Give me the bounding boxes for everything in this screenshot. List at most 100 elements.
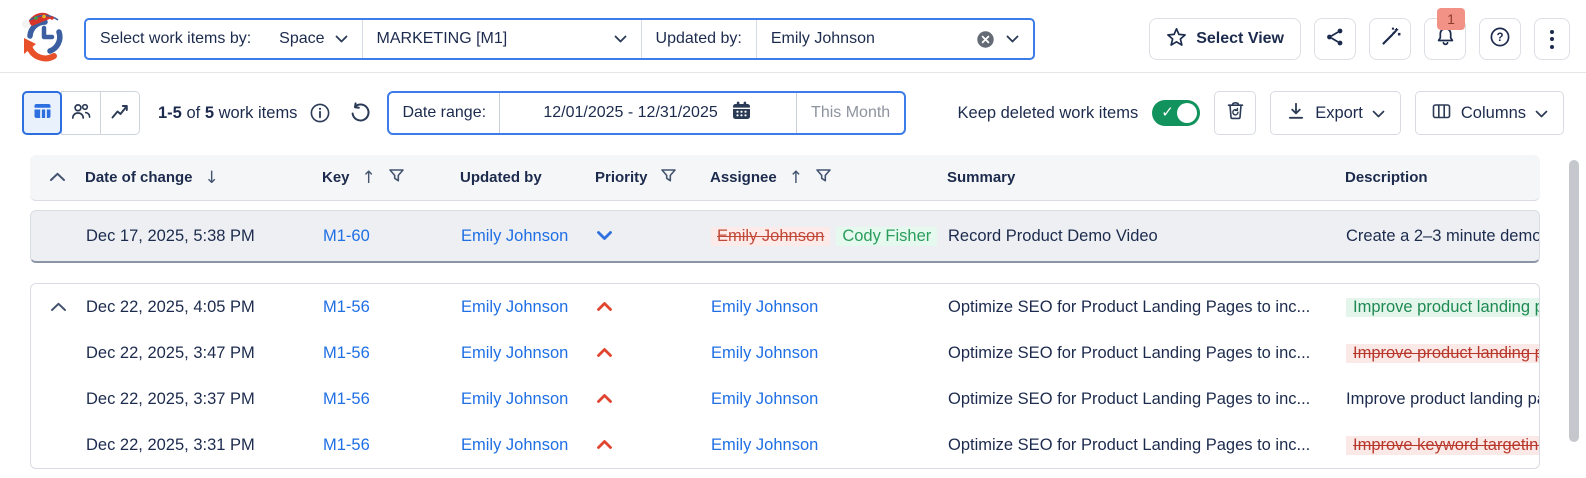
summary-cell: Optimize SEO for Product Landing Pages t… [948, 436, 1346, 455]
share-icon [1325, 27, 1345, 52]
updated-by-link[interactable]: Emily Johnson [461, 227, 568, 245]
assignee-change-cell: Emily JohnsonCody Fisher [711, 227, 948, 246]
updated-by-label: Updated by: [656, 30, 742, 48]
app-logo-icon [16, 10, 72, 68]
export-label: Export [1315, 104, 1363, 123]
chart-view-button[interactable] [100, 91, 140, 135]
table-row[interactable]: Dec 22, 2025, 3:47 PM M1-56 Emily Johnso… [31, 330, 1539, 376]
trash-restore-icon [1225, 100, 1246, 126]
more-options-button[interactable] [1534, 18, 1570, 60]
updated-by-link[interactable]: Emily Johnson [461, 436, 568, 454]
info-icon[interactable] [309, 102, 331, 124]
description-text: Improve keyword targeting [1346, 436, 1539, 455]
header-label: Key [322, 169, 350, 186]
filter-by-dropdown[interactable]: Space [265, 20, 361, 58]
columns-button[interactable]: Columns [1415, 91, 1564, 135]
summary-cell: Optimize SEO for Product Landing Pages t… [948, 344, 1346, 363]
collapse-group-icon[interactable] [50, 298, 67, 317]
filter-funnel-icon[interactable] [815, 168, 832, 188]
export-button[interactable]: Export [1270, 91, 1401, 135]
assignee-link[interactable]: Emily Johnson [711, 390, 818, 408]
change-group: Dec 17, 2025, 5:38 PM M1-60 Emily Johnso… [30, 210, 1540, 263]
summary-cell: Record Product Demo Video [948, 227, 1346, 246]
select-view-button[interactable]: Select View [1149, 18, 1301, 60]
keep-deleted-toggle[interactable]: ✓ [1152, 100, 1200, 126]
help-icon: ? [1489, 26, 1511, 53]
assignee-removed: Emily Johnson [711, 227, 830, 246]
header-label: Summary [947, 169, 1015, 186]
work-item-filter-bar: Select work items by: Space MARKETING [M… [84, 18, 1035, 60]
calendar-icon [730, 100, 753, 127]
header-key: Key ↑ [322, 168, 460, 188]
chevron-down-icon [1535, 104, 1548, 123]
scrollbar-thumb[interactable] [1569, 160, 1579, 442]
vertical-scrollbar [1568, 152, 1580, 474]
chevron-down-icon [1372, 104, 1385, 123]
keep-deleted-label: Keep deleted work items [958, 104, 1139, 123]
date-range-label: Date range: [389, 104, 499, 122]
work-item-key-link[interactable]: M1-60 [323, 227, 370, 245]
date-of-change: Dec 22, 2025, 4:05 PM [86, 298, 323, 317]
assignee-link[interactable]: Emily Johnson [711, 436, 818, 454]
work-item-key-link[interactable]: M1-56 [323, 298, 370, 316]
date-range-control: Date range: 12/01/2025 - 12/31/2025 This… [387, 91, 906, 135]
header-label: Date of change [85, 169, 193, 186]
table-row[interactable]: Dec 22, 2025, 3:31 PM M1-56 Emily Johnso… [31, 422, 1539, 468]
toggle-knob [1177, 103, 1197, 123]
date-of-change: Dec 17, 2025, 5:38 PM [86, 227, 323, 246]
updated-by-value: Emily Johnson [771, 30, 965, 48]
date-range-preset[interactable]: This Month [797, 104, 904, 122]
date-of-change: Dec 22, 2025, 3:37 PM [86, 390, 323, 409]
sort-descending-icon[interactable]: ↓ [205, 168, 219, 188]
description-cell: Improve product landing pa [1346, 390, 1539, 409]
people-view-button[interactable] [61, 91, 101, 135]
columns-icon [1431, 101, 1452, 126]
count-suffix: work items [219, 104, 298, 122]
help-button[interactable]: ? [1479, 18, 1521, 60]
change-group: Dec 22, 2025, 4:05 PM M1-56 Emily Johnso… [30, 283, 1540, 469]
table-row[interactable]: Dec 17, 2025, 5:38 PM M1-60 Emily Johnso… [31, 211, 1539, 261]
chevron-down-icon [335, 35, 348, 43]
description-cell: Create a 2–3 minute demo [1346, 227, 1539, 246]
svg-text:?: ? [1496, 32, 1503, 44]
table-view-button[interactable] [22, 91, 62, 135]
table-view-icon [32, 101, 53, 126]
notifications-button[interactable]: 1 [1424, 18, 1466, 60]
work-item-key-link[interactable]: M1-56 [323, 436, 370, 454]
updated-by-dropdown[interactable]: Emily Johnson [757, 20, 1033, 58]
filter-funnel-icon[interactable] [660, 168, 677, 188]
description-cell: Improve keyword targeting [1346, 436, 1539, 455]
share-button[interactable] [1314, 18, 1356, 60]
sort-ascending-icon[interactable]: ↑ [362, 168, 376, 188]
summary-cell: Optimize SEO for Product Landing Pages t… [948, 298, 1346, 317]
assignee-link[interactable]: Emily Johnson [711, 298, 818, 316]
collapse-all-icon[interactable] [49, 169, 66, 186]
magic-wand-button[interactable] [1369, 18, 1411, 60]
sort-ascending-icon[interactable]: ↑ [789, 168, 803, 188]
filter-by-value: Space [279, 30, 324, 48]
table-row[interactable]: Dec 22, 2025, 3:37 PM M1-56 Emily Johnso… [31, 376, 1539, 422]
download-icon [1286, 101, 1306, 126]
assignee-link[interactable]: Emily Johnson [711, 344, 818, 362]
filter-funnel-icon[interactable] [388, 168, 405, 188]
project-dropdown[interactable]: MARKETING [M1] [363, 20, 641, 58]
people-icon [70, 101, 92, 126]
refresh-icon[interactable] [349, 102, 371, 124]
top-bar: Select work items by: Space MARKETING [M… [0, 0, 1586, 72]
work-item-key-link[interactable]: M1-56 [323, 344, 370, 362]
date-range-field[interactable]: 12/01/2025 - 12/31/2025 [499, 93, 797, 133]
app-window: Select work items by: Space MARKETING [M… [0, 0, 1586, 478]
filter-bar-label-wrap: Select work items by: [86, 20, 265, 58]
table-row[interactable]: Dec 22, 2025, 4:05 PM M1-56 Emily Johnso… [31, 284, 1539, 330]
description-cell: Improve product landing p [1346, 298, 1539, 317]
updated-by-link[interactable]: Emily Johnson [461, 298, 568, 316]
count-of: of [186, 104, 200, 122]
clear-filter-icon[interactable] [975, 29, 996, 50]
updated-by-link[interactable]: Emily Johnson [461, 344, 568, 362]
magic-wand-icon [1380, 26, 1401, 52]
updated-by-link[interactable]: Emily Johnson [461, 390, 568, 408]
priority-icon [596, 230, 613, 241]
work-item-key-link[interactable]: M1-56 [323, 390, 370, 408]
restore-deleted-button[interactable] [1214, 91, 1256, 135]
kebab-menu-icon [1550, 30, 1554, 49]
